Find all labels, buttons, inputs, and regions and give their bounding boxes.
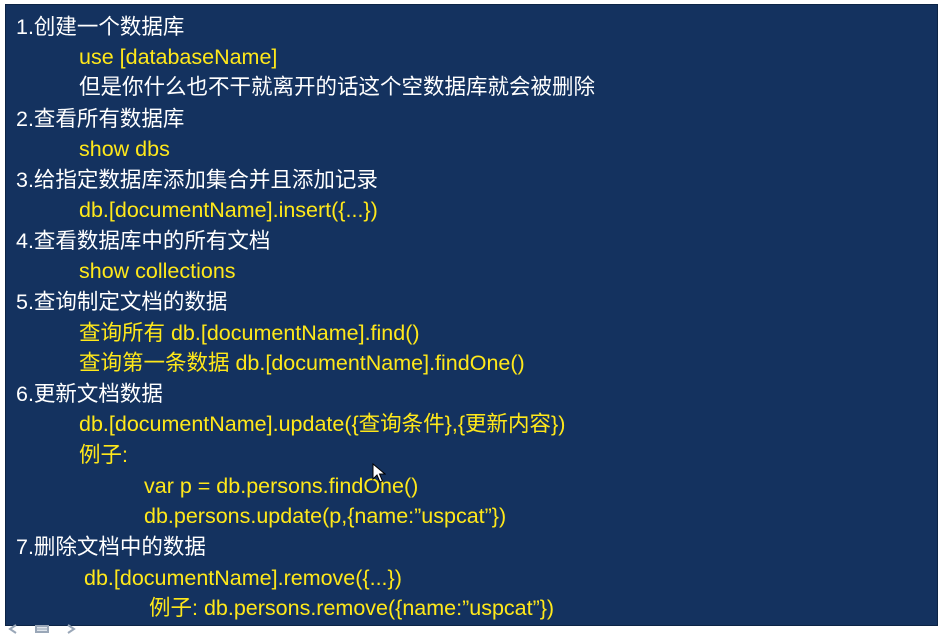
example-label-update: 例子: (79, 443, 128, 467)
code-insert: db.[documentName].insert({...}) (79, 198, 378, 222)
heading-show-databases: 2.查看所有数据库 (16, 107, 185, 131)
heading-insert-record: 3.给指定数据库添加集合并且添加记录 (16, 168, 378, 192)
slide-menu-icon[interactable] (34, 624, 50, 634)
slide: 1.创建一个数据库 use [databaseName] 但是你什么也不干就离开… (5, 4, 938, 626)
code-update: db.[documentName].update({查询条件},{更新内容}) (79, 412, 566, 436)
code-show-dbs: show dbs (79, 137, 170, 161)
code-example-remove: 例子: db.persons.remove({name:”uspcat”}) (149, 596, 555, 620)
code-find: 查询所有 db.[documentName].find() (79, 321, 420, 345)
code-show-collections: show collections (79, 259, 236, 283)
heading-update-documents: 6.更新文档数据 (16, 382, 163, 406)
code-use-database: use [databaseName] (79, 45, 278, 69)
heading-query-documents: 5.查询制定文档的数据 (16, 290, 228, 314)
heading-create-database: 1.创建一个数据库 (16, 15, 185, 39)
slideshow-footer (0, 626, 943, 637)
code-find-one: 查询第一条数据 db.[documentName].findOne() (79, 351, 525, 375)
code-remove: db.[documentName].remove({...}) (84, 566, 402, 590)
heading-remove-documents: 7.删除文档中的数据 (16, 535, 206, 559)
code-example-update: db.persons.update(p,{name:”uspcat”}) (144, 504, 507, 528)
heading-show-collections: 4.查看数据库中的所有文档 (16, 229, 271, 253)
note-empty-database: 但是你什么也不干就离开的话这个空数据库就会被删除 (79, 75, 596, 99)
mouse-cursor-icon (372, 463, 386, 483)
forward-icon[interactable] (64, 624, 78, 634)
back-icon[interactable] (6, 624, 20, 634)
